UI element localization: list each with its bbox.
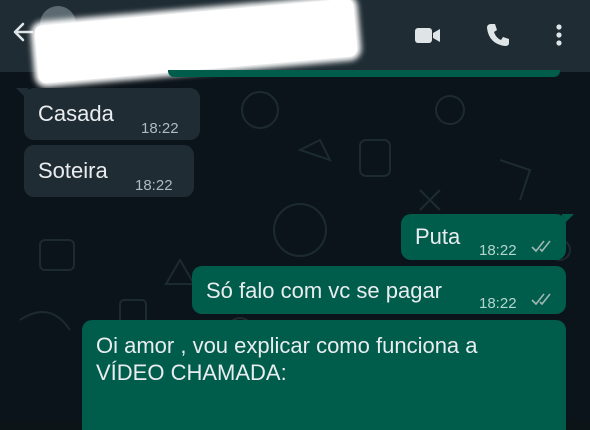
bubble-tail: [16, 88, 28, 100]
more-options-icon[interactable]: [544, 20, 574, 50]
message-time: 18:22: [135, 177, 173, 194]
incoming-message[interactable]: Casada 18:22: [16, 88, 200, 140]
read-ticks-icon: [531, 240, 551, 253]
message-time: 18:22: [141, 120, 179, 137]
outgoing-message[interactable]: Oi amor , vou explicar como funciona a V…: [82, 320, 566, 430]
message-text: Soteira: [38, 158, 108, 183]
chat-header: [0, 0, 590, 84]
previous-outgoing-bubble-edge: [168, 70, 560, 77]
message-time: 18:22: [479, 242, 517, 259]
read-ticks-icon: [531, 293, 551, 306]
bubble-tail: [562, 214, 574, 226]
message-text: Casada: [38, 101, 114, 126]
incoming-message[interactable]: Soteira 18:22: [24, 145, 194, 197]
message-time: 18:22: [479, 295, 517, 312]
video-call-icon[interactable]: [412, 20, 442, 50]
phone-icon[interactable]: [483, 20, 513, 50]
message-text: Só falo com vc se pagar: [206, 278, 443, 303]
outgoing-message[interactable]: Só falo com vc se pagar 18:22: [192, 266, 566, 314]
outgoing-message[interactable]: Puta 18:22: [401, 214, 574, 260]
message-text: Puta: [415, 224, 461, 249]
message-text: Oi amor , vou explicar como funciona a V…: [96, 333, 478, 385]
